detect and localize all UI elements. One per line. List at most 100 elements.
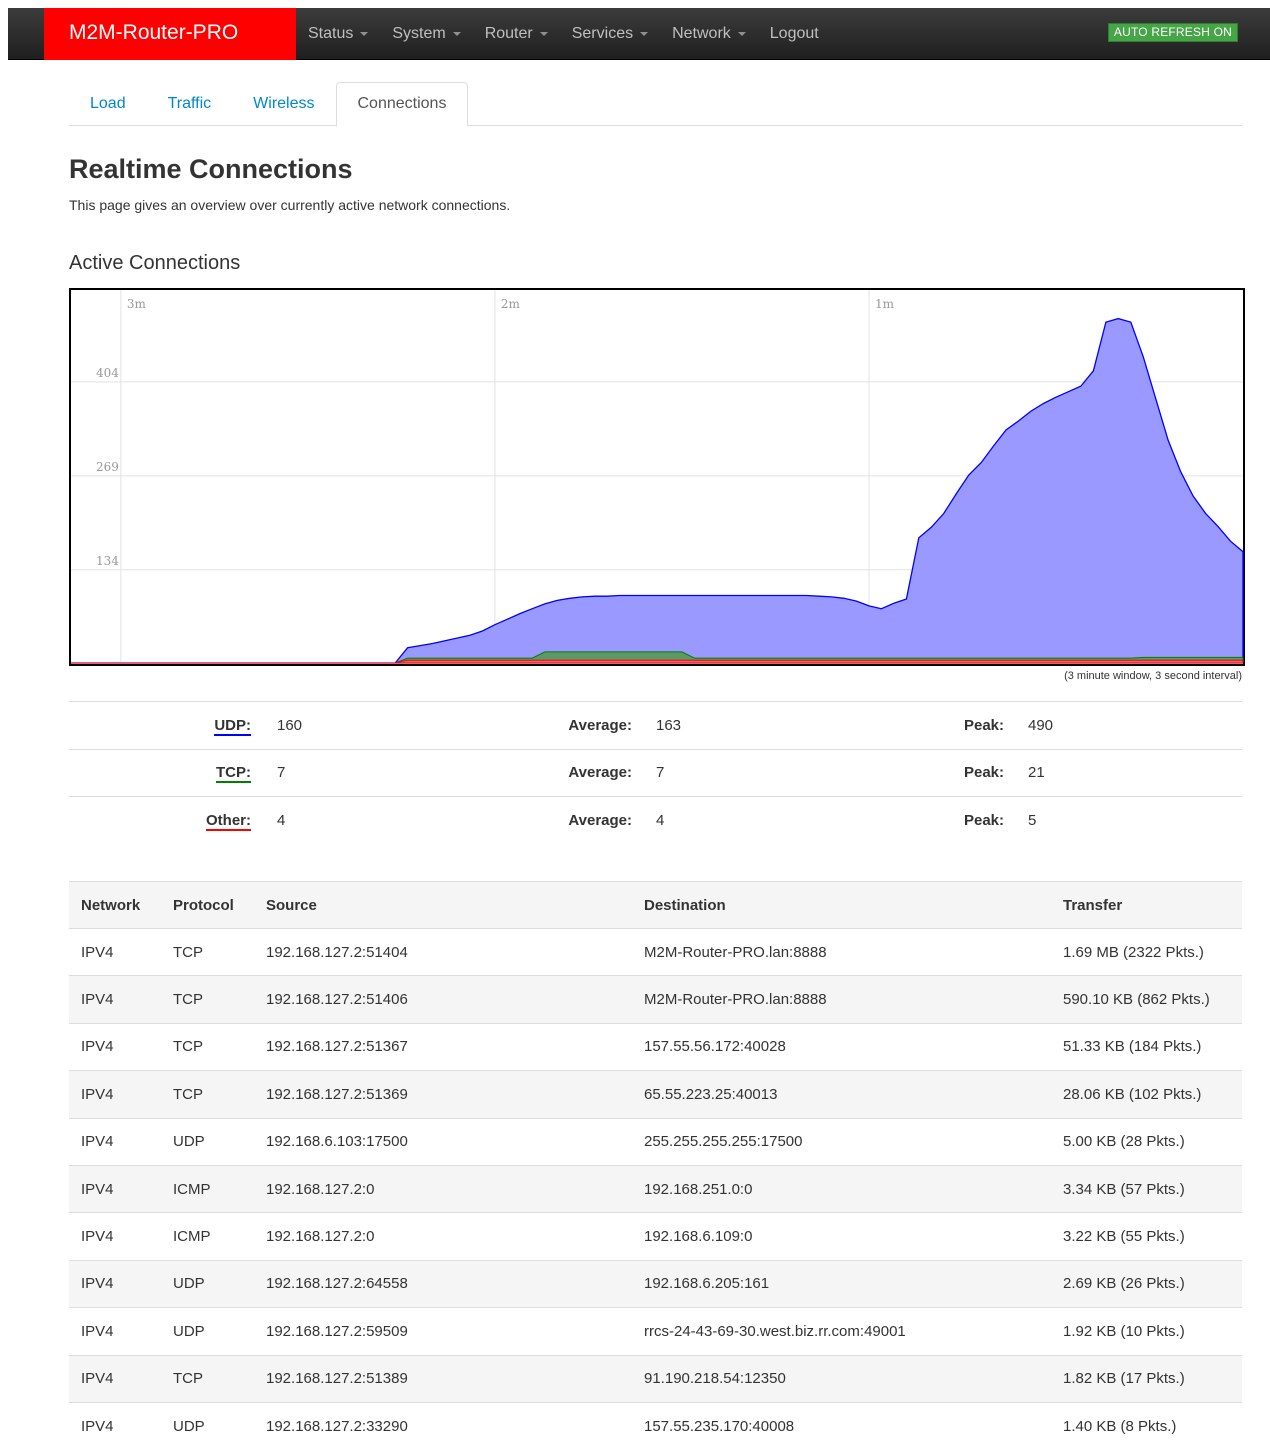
cell-network: IPV4 — [69, 1022, 161, 1071]
table-row: IPV4 ICMP 192.168.127.2:0 192.168.6.109:0 3.… — [69, 1212, 1242, 1261]
cell-destination: M2M-Router-PRO.lan:8888 — [632, 927, 1051, 976]
cell-source: 192.168.127.2:51389 — [254, 1354, 632, 1403]
cell-destination: 255.255.255.255:17500 — [632, 1117, 1051, 1166]
stats-tcp-peak: 21 — [1004, 748, 1242, 797]
cell-protocol: TCP — [161, 1022, 254, 1071]
cell-transfer: 3.34 KB (57 Pkts.) — [1051, 1164, 1242, 1213]
stats-udp-label-cell: UDP: — [69, 701, 257, 749]
page-title: Realtime Connections — [69, 154, 353, 184]
stats-other-value: 4 — [257, 796, 557, 844]
stats-udp-peak-label: Peak: — [954, 701, 1004, 749]
cell-protocol: TCP — [161, 1354, 254, 1403]
cell-protocol: UDP — [161, 1259, 254, 1308]
brand-logo[interactable]: M2M-Router-PRO — [44, 8, 296, 60]
graph-window-note: (3 minute window, 3 second interval) — [1064, 670, 1242, 682]
cell-protocol: UDP — [161, 1117, 254, 1166]
menu-status-label: Status — [308, 25, 354, 42]
tab-wireless[interactable]: Wireless — [232, 82, 335, 125]
stats-tcp-avg-label: Average: — [557, 748, 632, 797]
cell-transfer: 1.40 KB (8 Pkts.) — [1051, 1401, 1242, 1450]
tab-connections[interactable]: Connections — [335, 82, 469, 127]
cell-transfer: 1.69 MB (2322 Pkts.) — [1051, 927, 1242, 976]
cell-network: IPV4 — [69, 1212, 161, 1261]
cell-network: IPV4 — [69, 1117, 161, 1166]
cell-destination: 91.190.218.54:12350 — [632, 1354, 1051, 1403]
cell-protocol: UDP — [161, 1307, 254, 1356]
cell-destination: 65.55.223.25:40013 — [632, 1070, 1051, 1119]
menu-system[interactable]: System — [392, 8, 461, 60]
cell-protocol: ICMP — [161, 1212, 254, 1261]
menu-network[interactable]: Network — [672, 8, 746, 60]
cell-source: 192.168.127.2:33290 — [254, 1401, 632, 1450]
page-description: This page gives an overview over current… — [69, 197, 511, 213]
menu-status[interactable]: Status — [308, 8, 369, 60]
menu-services[interactable]: Services — [571, 8, 649, 60]
menu-logout[interactable]: Logout — [770, 8, 819, 60]
tab-traffic[interactable]: Traffic — [147, 82, 233, 125]
caret-down-icon — [360, 31, 369, 36]
table-row: IPV4 UDP 192.168.127.2:59509 rrcs-24-43-69-… — [69, 1307, 1242, 1356]
cell-network: IPV4 — [69, 1401, 161, 1450]
stats-udp-label: UDP: — [214, 716, 251, 736]
cell-transfer: 1.82 KB (17 Pkts.) — [1051, 1354, 1242, 1403]
x-tick-label: 2m — [501, 297, 521, 311]
table-row: IPV4 UDP 192.168.127.2:33290 157.55.235.170… — [69, 1401, 1242, 1450]
caret-down-icon — [737, 31, 746, 36]
menu-logout-label: Logout — [769, 25, 819, 42]
auto-refresh-toggle[interactable]: AUTO REFRESH ON — [1107, 23, 1238, 42]
stats-other-label-cell: Other: — [69, 796, 257, 844]
stats-other-peak-label: Peak: — [954, 796, 1004, 844]
tab-load[interactable]: Load — [69, 82, 147, 125]
connections-graph: 134 269 404 3m 2m 1m — [69, 288, 1245, 666]
cell-transfer: 2.69 KB (26 Pkts.) — [1051, 1259, 1242, 1308]
stats-udp-avg-label: Average: — [557, 701, 632, 749]
stats-row-tcp: TCP: 7 Average: 7 Peak: 21 — [69, 748, 1242, 797]
table-row: IPV4 TCP 192.168.127.2:51389 91.190.218.54:… — [69, 1354, 1242, 1403]
cell-transfer: 1.92 KB (10 Pkts.) — [1051, 1307, 1242, 1356]
main-menu: Status System Router Services Network Lo… — [308, 8, 843, 60]
stats-tcp-value: 7 — [257, 748, 557, 797]
menu-services-label: Services — [571, 25, 634, 42]
cell-network: IPV4 — [69, 1259, 161, 1308]
table-row: IPV4 UDP 192.168.127.2:64558 192.168.6.205:… — [69, 1259, 1242, 1308]
cell-source: 192.168.127.2:0 — [254, 1164, 632, 1213]
cell-destination: 157.55.235.170:40008 — [632, 1401, 1051, 1450]
graph-title: Active Connections — [69, 252, 241, 274]
cell-source: 192.168.127.2:51404 — [254, 927, 632, 976]
stats-other-label: Other: — [206, 812, 251, 831]
table-row: IPV4 TCP 192.168.127.2:51367 157.55.56.172:… — [69, 1022, 1242, 1071]
stats-tcp-peak-label: Peak: — [954, 748, 1004, 797]
stats-udp-peak: 490 — [1004, 701, 1242, 749]
caret-down-icon — [539, 31, 548, 36]
cell-destination: 192.168.251.0:0 — [632, 1164, 1051, 1213]
y-tick-label: 269 — [96, 460, 119, 474]
menu-system-label: System — [392, 25, 446, 42]
caret-down-icon — [452, 31, 461, 36]
cell-destination: 192.168.6.205:161 — [632, 1259, 1051, 1308]
cell-protocol: TCP — [161, 975, 254, 1024]
cell-network: IPV4 — [69, 927, 161, 976]
cell-protocol: UDP — [161, 1401, 254, 1450]
y-tick-label: 404 — [96, 366, 119, 380]
cell-source: 192.168.127.2:0 — [254, 1212, 632, 1261]
x-tick-label: 1m — [875, 297, 895, 311]
connection-stats: UDP: 160 Average: 163 Peak: 490 TCP: 7 A… — [69, 701, 1242, 844]
cell-network: IPV4 — [69, 1354, 161, 1403]
cell-source: 192.168.127.2:51369 — [254, 1070, 632, 1119]
stats-udp-value: 160 — [257, 701, 557, 749]
stats-tcp-label-cell: TCP: — [69, 748, 257, 797]
header-transfer: Transfer — [1051, 881, 1242, 929]
stats-tcp-label: TCP: — [216, 764, 251, 784]
table-row: IPV4 TCP 192.168.127.2:51406 M2M-Router-PRO… — [69, 975, 1242, 1024]
stats-row-udp: UDP: 160 Average: 163 Peak: 490 — [69, 701, 1242, 749]
menu-router-label: Router — [484, 25, 533, 42]
y-tick-label: 134 — [96, 554, 119, 568]
table-row: IPV4 UDP 192.168.6.103:17500 255.255.255.25… — [69, 1117, 1242, 1166]
cell-transfer: 3.22 KB (55 Pkts.) — [1051, 1212, 1242, 1261]
caret-down-icon — [640, 31, 649, 36]
table-header-row: Network Protocol Source Destination Tran… — [69, 881, 1242, 929]
stats-udp-avg: 163 — [632, 701, 954, 749]
cell-source: 192.168.6.103:17500 — [254, 1117, 632, 1166]
table-row: IPV4 ICMP 192.168.127.2:0 192.168.251.0:0 3.… — [69, 1164, 1242, 1213]
menu-router[interactable]: Router — [485, 8, 548, 60]
